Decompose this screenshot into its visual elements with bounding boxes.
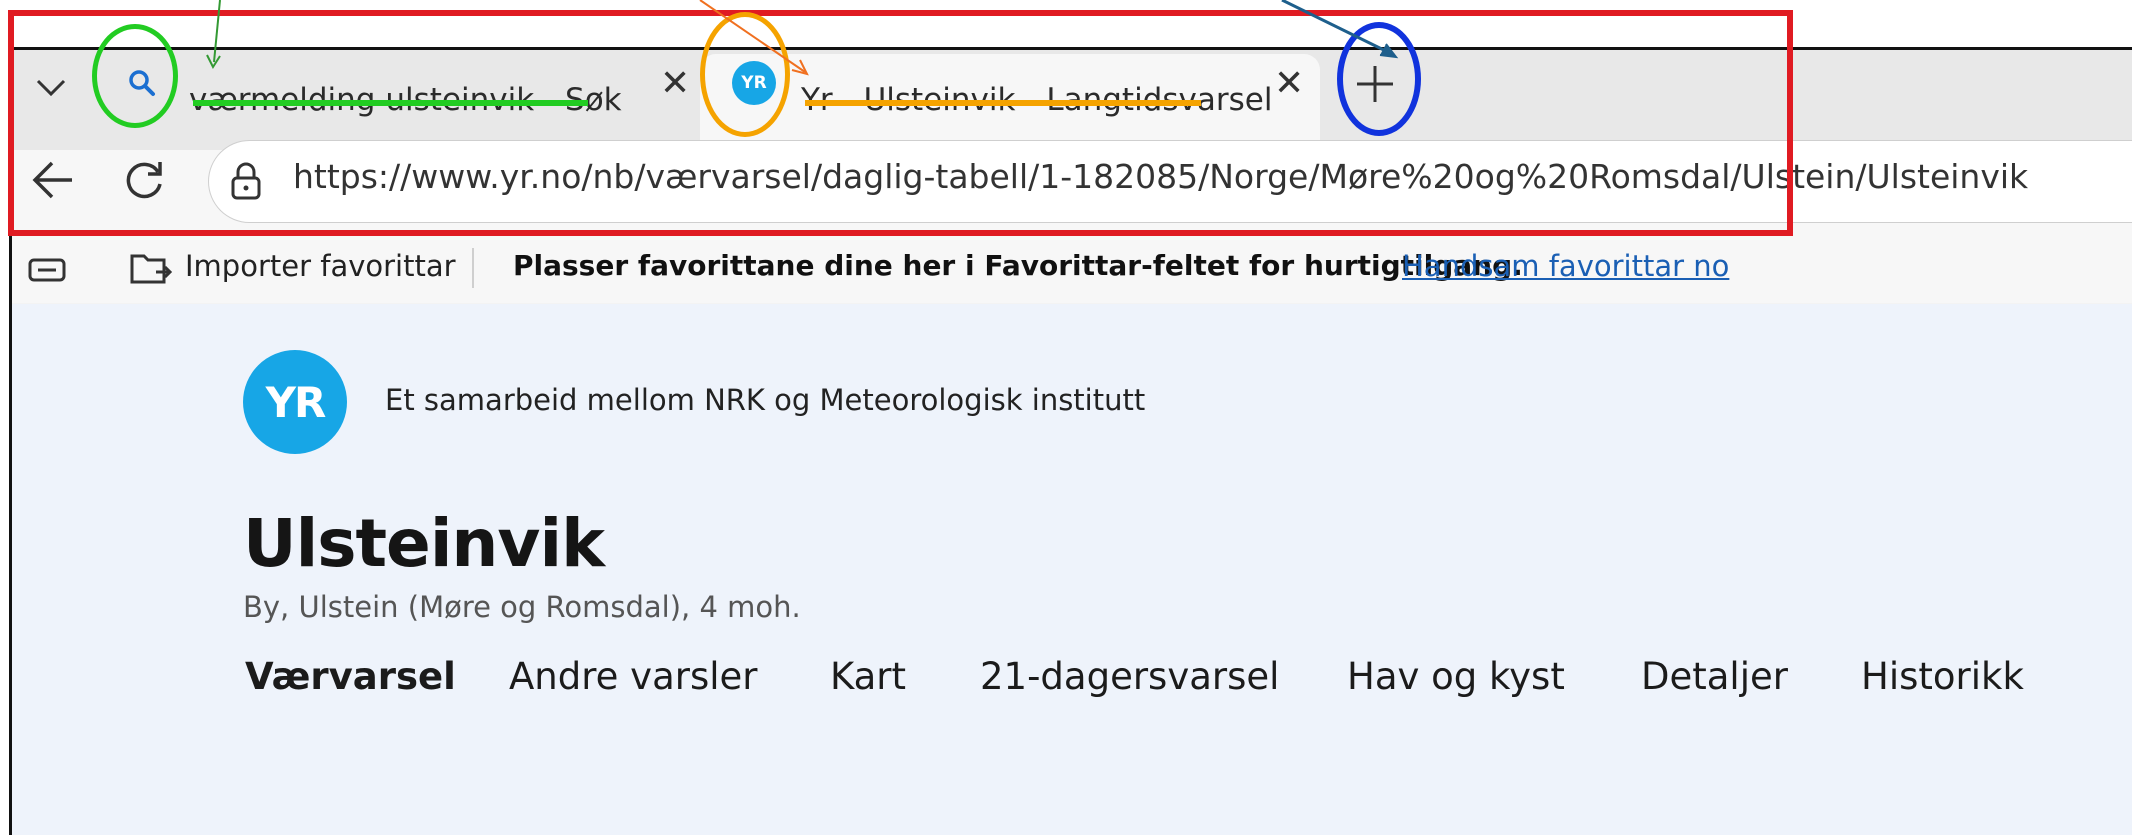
annotation-arrows (206, 0, 1399, 76)
